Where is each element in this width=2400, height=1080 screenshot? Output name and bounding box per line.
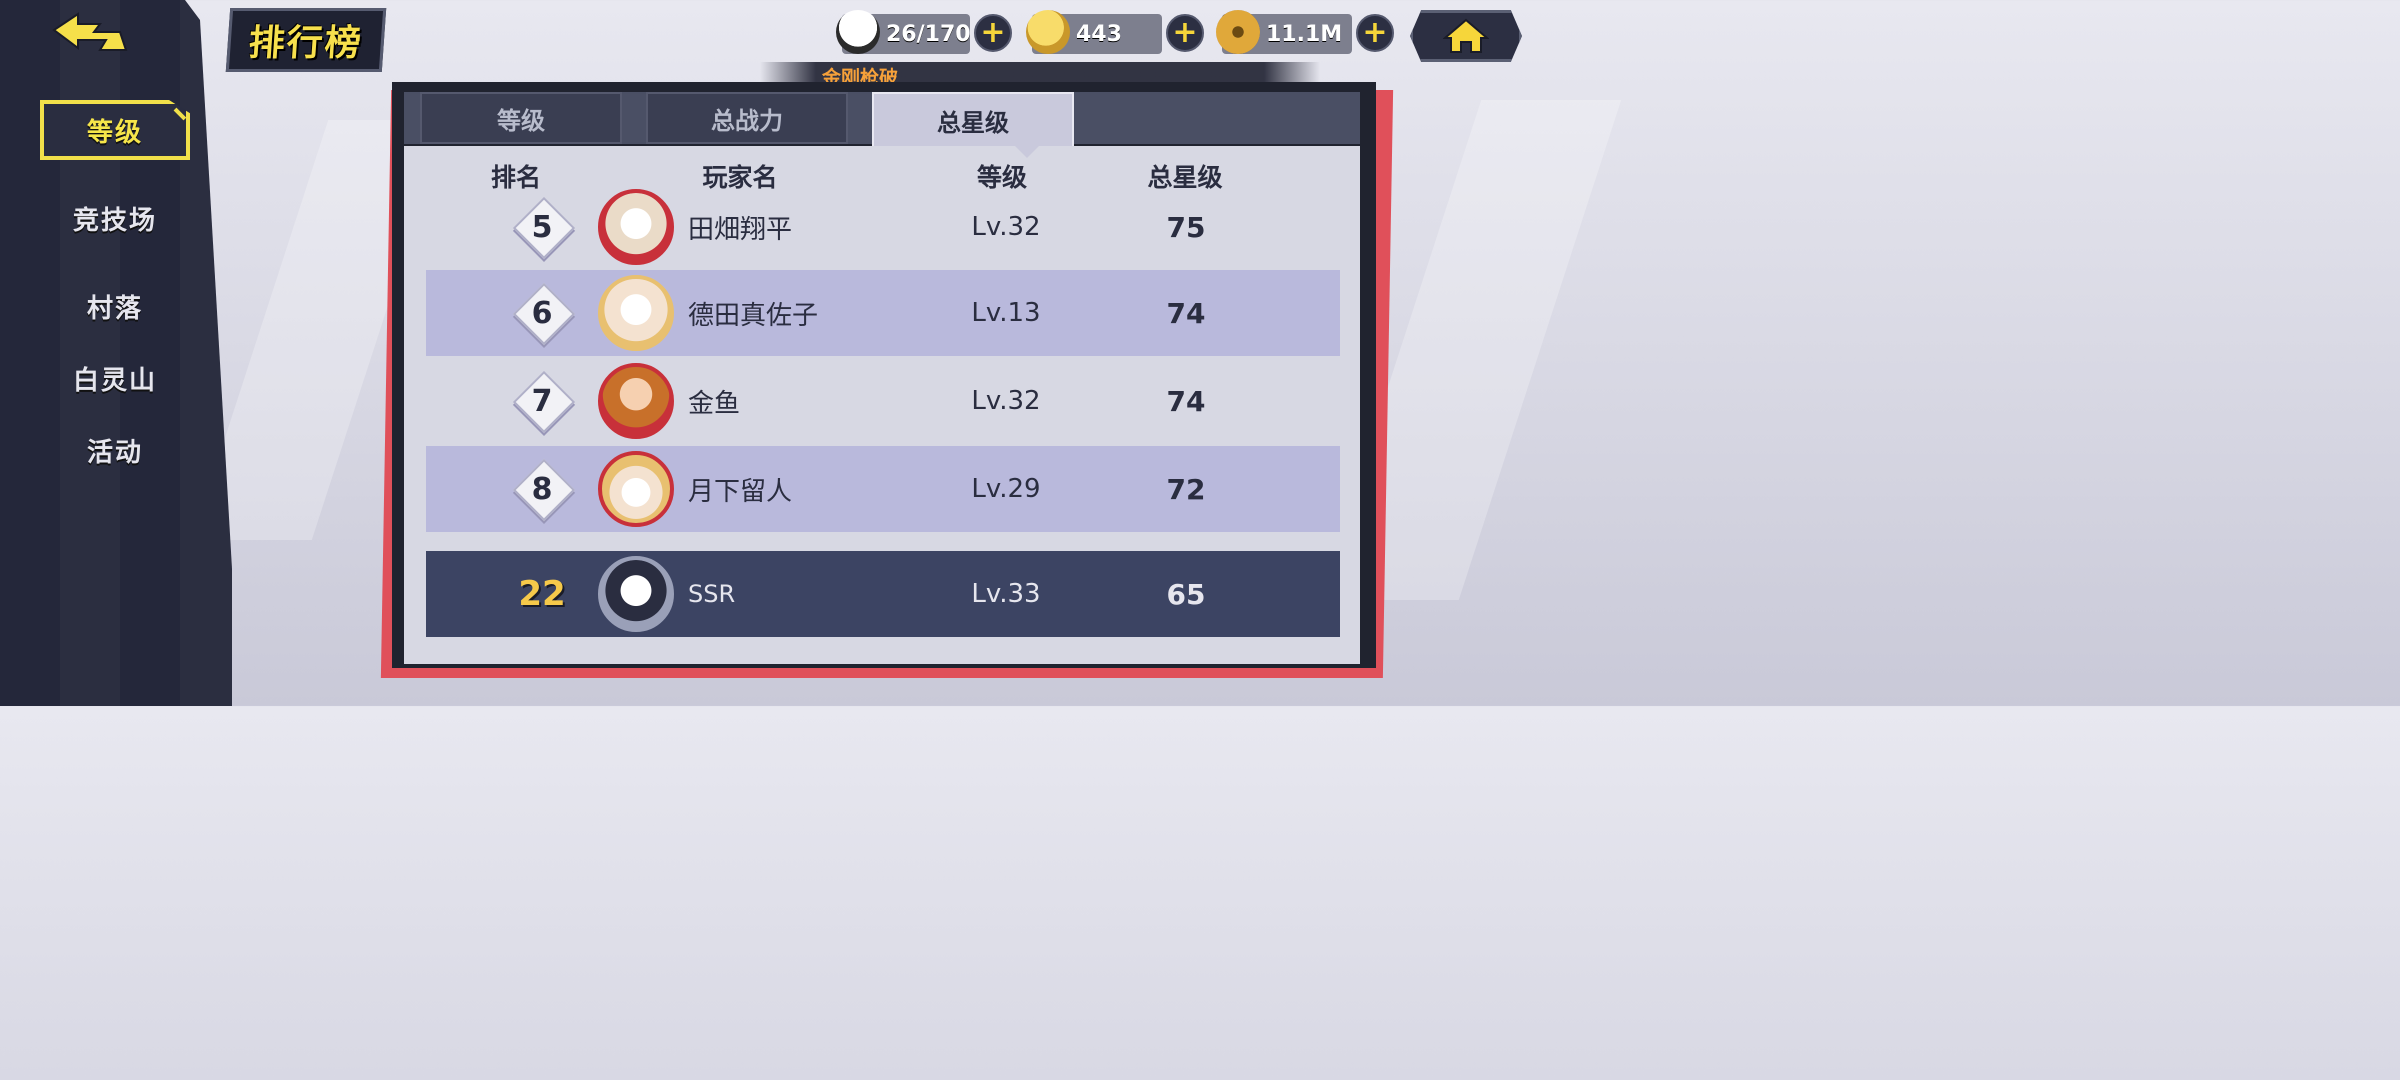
stamina-counter: 26/170 bbox=[836, 10, 971, 54]
table-row[interactable]: 8 月下留人 Lv.29 72 bbox=[426, 446, 1340, 532]
add-stamina-button[interactable]: + bbox=[974, 14, 1012, 52]
row-stars: 74 bbox=[1166, 296, 1206, 330]
table-row[interactable]: 6 德田真佐子 Lv.13 74 bbox=[426, 270, 1340, 356]
my-rank-row[interactable]: 22 SSR Lv.33 65 bbox=[426, 551, 1340, 637]
coin-counter: 11.1M bbox=[1216, 10, 1352, 54]
rice-ball-icon bbox=[836, 10, 880, 54]
sidebar-item-village[interactable]: 村落 bbox=[40, 276, 190, 336]
sidebar-item-level[interactable]: 等级 bbox=[40, 100, 190, 160]
coin-value: 11.1M bbox=[1266, 21, 1343, 47]
row-player-name: 德田真佐子 bbox=[688, 300, 819, 331]
gold-value: 443 bbox=[1076, 21, 1122, 47]
sidebar-item-arena[interactable]: 竞技场 bbox=[40, 188, 190, 248]
page-title-text: 排行榜 bbox=[247, 23, 365, 64]
tab-pointer bbox=[1015, 146, 1039, 158]
row-level: Lv.32 bbox=[971, 386, 1041, 416]
table-row[interactable]: 7 金鱼 Lv.32 74 bbox=[426, 358, 1340, 444]
plus-icon: + bbox=[980, 15, 1006, 50]
page-title: 排行榜 bbox=[225, 8, 387, 72]
row-level: Lv.29 bbox=[971, 474, 1041, 504]
home-button[interactable] bbox=[1410, 10, 1522, 62]
player-avatar[interactable] bbox=[598, 363, 674, 439]
row-rank: 6 bbox=[531, 295, 553, 331]
coin-icon bbox=[1216, 10, 1260, 54]
plus-icon: + bbox=[1362, 15, 1388, 50]
row-player-name: 金鱼 bbox=[688, 388, 741, 419]
row-rank: 5 bbox=[531, 209, 553, 245]
my-level: Lv.33 bbox=[971, 579, 1041, 609]
my-avatar[interactable] bbox=[598, 556, 674, 632]
row-level: Lv.32 bbox=[971, 212, 1041, 242]
sidebar-item-events[interactable]: 活动 bbox=[40, 420, 190, 480]
my-stars: 65 bbox=[1166, 577, 1206, 611]
row-rank: 8 bbox=[531, 471, 553, 507]
gold-ingot-icon bbox=[1026, 10, 1070, 54]
player-avatar[interactable] bbox=[598, 189, 674, 265]
add-coins-button[interactable]: + bbox=[1356, 14, 1394, 52]
sidebar-item-white-spirit-mountain[interactable]: 白灵山 bbox=[40, 348, 190, 408]
row-level: Lv.13 bbox=[971, 298, 1041, 328]
row-stars: 72 bbox=[1166, 472, 1206, 506]
plus-icon: + bbox=[1172, 15, 1198, 50]
tab-total-power[interactable]: 总战力 bbox=[646, 92, 848, 144]
back-arrow-icon bbox=[52, 12, 128, 51]
add-gold-button[interactable]: + bbox=[1166, 14, 1204, 52]
back-button[interactable] bbox=[50, 10, 130, 56]
my-rank: 22 bbox=[518, 574, 566, 614]
player-avatar[interactable] bbox=[598, 451, 674, 527]
row-player-name: 月下留人 bbox=[688, 476, 793, 507]
tab-level[interactable]: 等级 bbox=[420, 92, 622, 144]
my-player-name: SSR bbox=[688, 580, 736, 608]
row-rank: 7 bbox=[531, 383, 553, 419]
tab-total-stars[interactable]: 总星级 bbox=[872, 92, 1074, 148]
row-stars: 74 bbox=[1166, 384, 1206, 418]
gold-counter: 443 bbox=[1026, 10, 1162, 54]
row-stars: 75 bbox=[1166, 210, 1206, 244]
stamina-value: 26/170 bbox=[886, 21, 971, 47]
table-row[interactable]: 5 田畑翔平 Lv.32 75 bbox=[426, 184, 1340, 270]
home-icon bbox=[1443, 18, 1489, 53]
player-avatar[interactable] bbox=[598, 275, 674, 351]
row-player-name: 田畑翔平 bbox=[688, 214, 793, 245]
